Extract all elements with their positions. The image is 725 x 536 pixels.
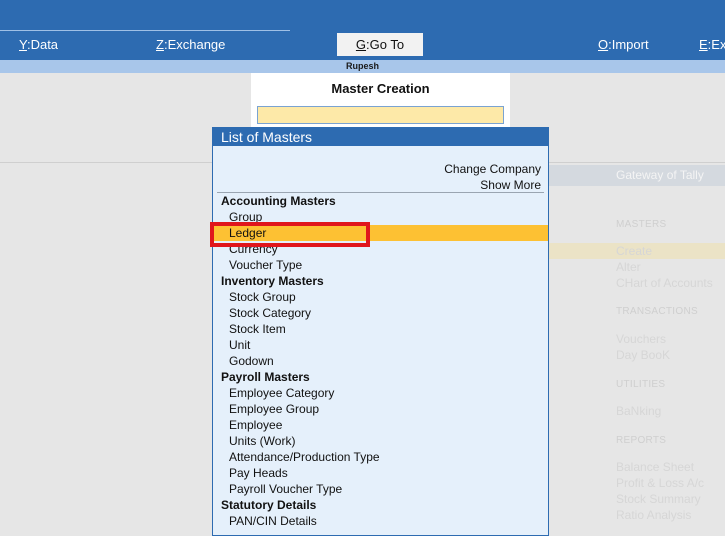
list-item-payroll-voucher-type[interactable]: Payroll Voucher Type [229, 482, 342, 496]
list-separator [217, 192, 544, 193]
master-creation-dialog: Master Creation [251, 73, 510, 133]
change-company-option[interactable]: Change Company [444, 162, 541, 176]
gateway-section-reports: REPORTS [616, 435, 667, 446]
gateway-balance-sheet[interactable]: Balance Sheet [616, 460, 694, 474]
category-accounting-masters: Accounting Masters [221, 194, 336, 208]
gateway-vouchers[interactable]: Vouchers [616, 332, 666, 346]
list-item-godown[interactable]: Godown [229, 354, 274, 368]
list-of-masters-panel: List of Masters Change Company Show More… [210, 127, 549, 536]
list-item-pay-heads[interactable]: Pay Heads [229, 466, 288, 480]
list-item-stock-category[interactable]: Stock Category [229, 306, 311, 320]
gateway-banking[interactable]: BaNking [616, 404, 661, 418]
company-name: Rupesh [0, 60, 725, 73]
gateway-title: Gateway of Tally [616, 168, 704, 182]
gateway-stock-summary[interactable]: Stock Summary [616, 492, 701, 506]
category-payroll-masters: Payroll Masters [221, 370, 310, 384]
menu-data[interactable]: Y:Data [19, 37, 58, 52]
list-item-voucher-type[interactable]: Voucher Type [229, 258, 302, 272]
gateway-chart-of-accounts[interactable]: CHart of Accounts [616, 276, 713, 290]
list-item-attendance-production-type[interactable]: Attendance/Production Type [229, 450, 380, 464]
master-creation-input[interactable] [257, 106, 504, 124]
gateway-day-book[interactable]: Day BooK [616, 348, 670, 362]
category-statutory-details: Statutory Details [221, 498, 317, 512]
list-item-unit[interactable]: Unit [229, 338, 250, 352]
menu-go-to[interactable]: G:Go To [337, 33, 423, 56]
menu-exchange[interactable]: Z:Exchange [156, 37, 225, 52]
top-menu-bar: Y:Data Z:Exchange G:Go To O:Import E:Ex [0, 0, 725, 60]
gateway-alter[interactable]: Alter [616, 260, 641, 274]
gateway-ratio-analysis[interactable]: Ratio Analysis [616, 508, 691, 522]
gateway-profit-loss[interactable]: Profit & Loss A/c [616, 476, 704, 490]
list-item-employee-group[interactable]: Employee Group [229, 402, 319, 416]
list-item-pan-cin-details[interactable]: PAN/CIN Details [229, 514, 317, 528]
menu-export[interactable]: E:Ex [699, 37, 725, 52]
annotation-highlight-box [210, 222, 370, 247]
top-divider [0, 30, 290, 31]
list-item-employee-category[interactable]: Employee Category [229, 386, 334, 400]
master-creation-title: Master Creation [331, 81, 430, 96]
menu-import[interactable]: O:Import [598, 37, 649, 52]
list-item-employee[interactable]: Employee [229, 418, 282, 432]
gateway-section-utilities: UTILITIES [616, 379, 666, 390]
show-more-option[interactable]: Show More [480, 178, 541, 192]
gateway-create[interactable]: Create [616, 244, 652, 258]
list-item-stock-group[interactable]: Stock Group [229, 290, 296, 304]
list-item-units-work[interactable]: Units (Work) [229, 434, 295, 448]
category-inventory-masters: Inventory Masters [221, 274, 324, 288]
gateway-section-masters: MASTERS [616, 219, 667, 230]
list-title: List of Masters [213, 128, 548, 146]
list-item-stock-item[interactable]: Stock Item [229, 322, 286, 336]
gateway-section-transactions: TRANSACTIONS [616, 306, 698, 317]
